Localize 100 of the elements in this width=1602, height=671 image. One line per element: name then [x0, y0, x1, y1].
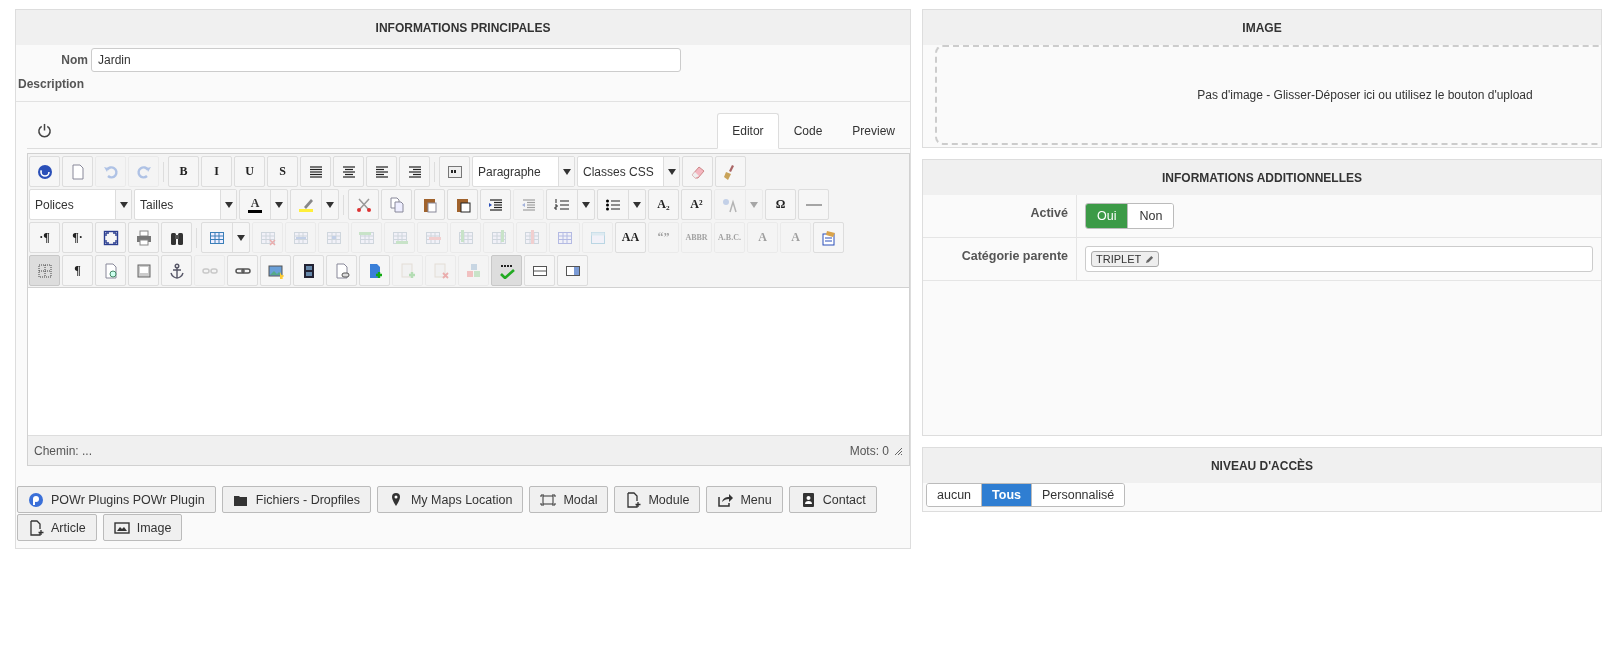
plugin-icon	[28, 491, 44, 508]
insert-row-icon	[399, 262, 416, 279]
undo-icon	[102, 163, 119, 180]
insert-button[interactable]: Modal	[529, 486, 609, 513]
table-grid-icon	[556, 229, 573, 246]
toolbar-button[interactable]: AA	[615, 222, 646, 253]
toolbar-button[interactable]: ·¶	[29, 222, 60, 253]
table-column-delete-icon	[523, 229, 540, 246]
insert-button[interactable]: POWr Plugins POWr Plugin	[17, 486, 216, 513]
tab[interactable]: Editor	[717, 113, 779, 149]
table-cell-icon	[325, 229, 342, 246]
maximize-icon	[102, 229, 119, 246]
highlighter-icon	[298, 196, 314, 213]
document-preview-icon	[102, 262, 119, 279]
align-justify-icon	[307, 163, 324, 180]
field-label: Catégorie parente	[923, 238, 1077, 280]
dropdown[interactable]: Tailles	[134, 189, 237, 220]
toolbar-button[interactable]: S	[267, 156, 298, 187]
panel-header: INFORMATIONS PRINCIPALES	[16, 10, 910, 45]
tab[interactable]: Preview	[837, 113, 910, 149]
delete-row-icon	[432, 262, 449, 279]
template-icon	[820, 229, 837, 246]
toolbar-button[interactable]: Ω	[765, 189, 796, 220]
document-plus-icon	[28, 519, 44, 536]
indent-icon	[487, 196, 504, 213]
toolbar-button[interactable]: A²	[681, 189, 712, 220]
toolbar-button[interactable]	[557, 255, 588, 286]
panel-header: INFORMATIONS ADDITIONNELLES	[923, 160, 1601, 195]
toolbar-button[interactable]	[95, 222, 126, 253]
window-icon	[589, 229, 606, 246]
insert-button[interactable]: My Maps Location	[376, 486, 524, 513]
dropdown[interactable]: Polices	[29, 189, 132, 220]
image-icon	[267, 262, 284, 279]
insert-button[interactable]: Article	[17, 514, 97, 541]
toolbar-button[interactable]	[524, 255, 555, 286]
clipboard-icon	[454, 196, 471, 213]
table-delete-icon	[259, 229, 276, 246]
document-link-icon	[333, 262, 350, 279]
help-icon	[36, 163, 53, 180]
toolbar-button[interactable]: B	[168, 156, 199, 187]
insert-button[interactable]: Module	[614, 486, 701, 513]
blocks-icon	[465, 262, 482, 279]
toggle-option[interactable]: Oui	[1086, 204, 1128, 228]
name-field[interactable]: Jardin	[91, 48, 681, 72]
resize-handle-icon[interactable]	[893, 445, 903, 456]
path-text: Chemin: ...	[34, 443, 93, 458]
table-row-delete-icon	[424, 229, 441, 246]
access-option[interactable]: Tous	[981, 484, 1031, 506]
drop-zone[interactable]: Pas d'image - Glisser-Déposer ici ou utilisez le bouton d'upload	[935, 45, 1601, 145]
numbered-list-icon	[554, 196, 570, 213]
frame-icon	[540, 491, 557, 508]
tab[interactable]: Code	[778, 113, 838, 149]
word-count: Mots: 0	[849, 443, 889, 458]
toggle-option[interactable]: Non	[1127, 204, 1174, 228]
horizontal-rule-icon	[805, 203, 822, 206]
dotted-square-icon	[36, 262, 53, 279]
field-label: Description	[17, 76, 85, 93]
toolbar-button[interactable]: U	[234, 156, 265, 187]
printer-icon	[135, 229, 152, 246]
toolbar-button[interactable]: I	[201, 156, 232, 187]
table-row-icon	[292, 229, 309, 246]
spellcheck-icon	[498, 262, 515, 279]
insert-button[interactable]: Menu	[706, 486, 783, 513]
split-button[interactable]	[597, 189, 646, 220]
pencil-icon[interactable]	[1145, 254, 1155, 264]
field-label: Activé	[923, 195, 1077, 237]
table-icon	[209, 229, 225, 246]
insert-button[interactable]: Contact	[788, 486, 877, 513]
power-icon[interactable]	[37, 123, 52, 138]
copy-icon	[388, 196, 405, 213]
dropdown[interactable]: Classes CSS	[577, 156, 680, 187]
toolbar-button[interactable]	[29, 156, 60, 187]
category-tag[interactable]: TRIPLET	[1091, 251, 1160, 267]
quote-icon	[446, 163, 463, 180]
toolbar-button[interactable]: ¶·	[62, 222, 93, 253]
document-plus-icon	[625, 491, 642, 508]
access-option[interactable]: Personnalisé	[1031, 484, 1125, 506]
image-icon	[113, 519, 130, 536]
share-icon	[717, 491, 734, 508]
outdent-icon	[520, 196, 537, 213]
table-row-add-icon	[358, 229, 375, 246]
toolbar-button[interactable]	[161, 222, 192, 253]
category-field[interactable]: TRIPLET	[1085, 246, 1593, 272]
clipboard-icon	[421, 196, 438, 213]
field-label: Nom	[60, 53, 89, 67]
anchor-icon	[168, 262, 185, 279]
frame-icon	[135, 262, 152, 279]
insert-button[interactable]: Fichiers - Dropfiles	[221, 486, 371, 513]
toolbar-button[interactable]	[447, 189, 478, 220]
scissors-icon	[355, 196, 372, 213]
dropdown[interactable]: Paragraphe	[472, 156, 575, 187]
panel-header: NIVEAU D'ACCÈS	[923, 448, 1601, 483]
access-option[interactable]: aucun	[927, 484, 982, 506]
toolbar-button[interactable]	[293, 255, 324, 286]
toolbar-button[interactable]: A₂	[648, 189, 679, 220]
insert-button[interactable]: Image	[102, 514, 183, 541]
toolbar-button[interactable]: ¶	[62, 255, 93, 286]
toolbar-button[interactable]	[300, 156, 331, 187]
split-button[interactable]: A	[239, 189, 288, 220]
table-row-add-icon	[391, 229, 408, 246]
